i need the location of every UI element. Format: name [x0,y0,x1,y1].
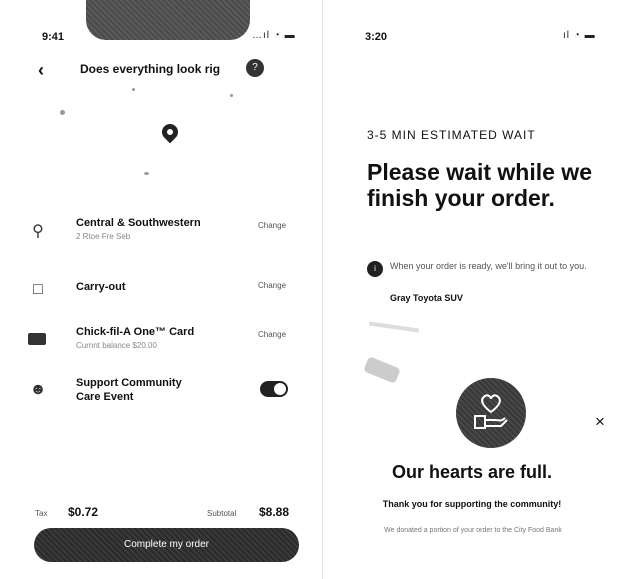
vehicle-description: Gray Toyota SUV [390,293,463,303]
restaurant-name: Central & Southwestern [76,217,201,229]
device-notch [86,0,250,40]
decorative-graphic [368,321,420,333]
change-method-button[interactable]: Change [258,281,286,290]
restaurant-address: 2 Rtoe Fre Seb [76,232,131,241]
signal-icons: ıl ◔ ▬ [563,30,596,41]
bag-icon: □ [33,281,43,298]
thanks-message: Thank you for supporting the community! [382,499,562,509]
hearts-full-title: Our hearts are full. [391,462,553,482]
decorative-graphic [363,356,401,384]
donation-note: We donated a portion of your order to th… [384,527,562,534]
map-marker-dot [230,94,233,97]
map-marker-dot [60,110,65,115]
tax-value: $0.72 [68,505,99,519]
order-wait-screen: 3:20 ıl ◔ ▬ 3-5 MIN ESTIMATED WAIT Pleas… [323,0,621,579]
order-method-label: Carry-out [76,281,126,293]
map-marker-dot [144,172,149,175]
support-community-row: ☻ Support Community Care Event [28,377,308,411]
estimated-wait: 3-5 MIN ESTIMATED WAIT [367,128,536,142]
subtotal-label: Subtotal [207,509,237,518]
complete-order-button[interactable]: Complete my order [34,528,299,562]
payment-balance: Curnnt balance $20.00 [76,341,157,350]
heart-hand-icon [456,378,526,448]
location-pin-icon: ⚲ [32,223,44,240]
location-map[interactable] [52,82,272,192]
signal-icons: …ıl ◔ ▬ [252,30,296,41]
subtotal-value: $8.88 [259,505,290,519]
pickup-note: When your order is ready, we'll bring it… [390,261,587,271]
support-community-label: Support Community [76,377,182,389]
order-method-row[interactable]: □ Carry-out Change [28,277,308,317]
status-time: 9:41 [42,31,65,43]
support-community-toggle[interactable] [260,381,288,397]
change-restaurant-button[interactable]: Change [258,221,286,230]
back-button[interactable]: ‹ [38,60,44,81]
wait-headline: Please wait while we finish your order. [367,159,592,211]
map-marker-dot [132,88,135,91]
location-pin-icon [158,120,182,144]
status-bar: 3:20 ıl ◔ ▬ [323,0,621,50]
support-community-label-2: Care Event [76,391,134,403]
status-bar: 9:41 …ıl ◔ ▬ [0,0,322,50]
payment-row[interactable]: Chick-fil-A One™ Card Curnnt balance $20… [28,326,308,366]
change-payment-button[interactable]: Change [258,330,286,339]
page-title: Does everything look rig [80,62,221,76]
status-time: 3:20 [365,31,388,43]
order-review-screen: 9:41 …ıl ◔ ▬ ‹ Does everything look rig … [0,0,323,579]
help-icon[interactable]: ? [246,59,264,77]
payment-label: Chick-fil-A One™ Card [76,326,195,338]
restaurant-row[interactable]: ⚲ Central & Southwestern 2 Rtoe Fre Seb … [28,217,308,257]
tax-label: Tax [35,509,48,518]
card-icon [28,330,48,350]
close-button[interactable]: × [595,412,605,432]
info-icon: i [367,261,383,277]
community-icon: ☻ [29,381,47,398]
